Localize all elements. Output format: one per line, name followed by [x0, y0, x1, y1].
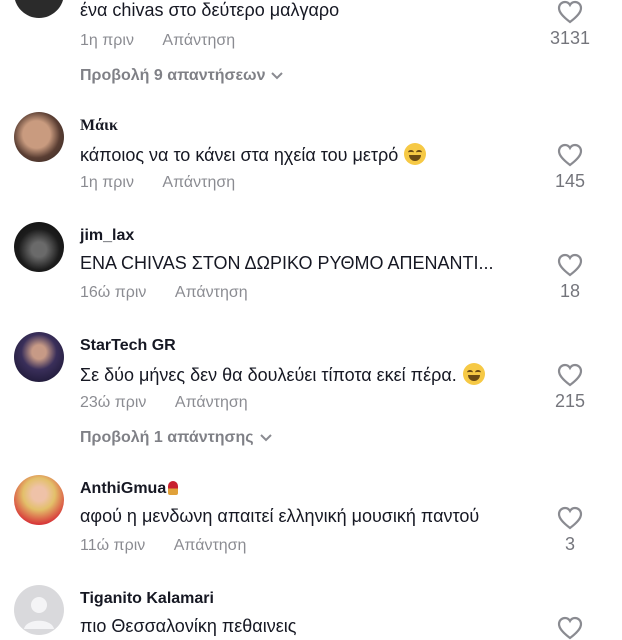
like-button[interactable]: 3131: [540, 0, 600, 49]
comment-username-text: AnthiGmua: [80, 480, 167, 497]
comment-username[interactable]: StarTech GR: [80, 337, 176, 355]
like-button[interactable]: [540, 616, 600, 640]
comment-text: ΕΝΑ CHIVAS ΣΤΟΝ ΔΩΡΙΚΟ ΡΥΘΜΟ ΑΠΕΝΑΝΤΙ...: [80, 253, 494, 273]
comment-meta: 1η πριν Απάντηση: [80, 32, 235, 50]
view-replies-button[interactable]: Προβολή 1 απάντησης: [80, 429, 272, 447]
heart-icon: [557, 506, 583, 530]
comment-username[interactable]: Tiganito Kalamari: [80, 590, 214, 608]
comment-text: κάποιος να το κάνει στα ηχεία του μετρό: [80, 143, 427, 166]
comment-username[interactable]: AnthiGmua: [80, 480, 179, 498]
like-button[interactable]: 18: [540, 253, 600, 302]
avatar[interactable]: [14, 0, 64, 18]
view-replies-label: Προβολή 1 απάντησης: [80, 429, 254, 446]
comment-meta: 11ώ πριν Απάντηση: [80, 537, 246, 555]
reply-button[interactable]: Απάντηση: [175, 394, 248, 411]
avatar[interactable]: [14, 332, 64, 382]
like-count: 215: [554, 391, 586, 411]
comment-text: αφού η μενδωνη απαιτεί ελληνική μουσική …: [80, 506, 480, 526]
like-count: 18: [559, 281, 581, 301]
heart-icon: [557, 0, 583, 24]
heart-icon: [557, 143, 583, 167]
heart-icon: [557, 616, 583, 640]
like-button[interactable]: 215: [540, 363, 600, 412]
view-replies-button[interactable]: Προβολή 9 απαντήσεων: [80, 67, 284, 85]
comment-text: πιο Θεσσαλονίκη πεθαινεις: [80, 616, 297, 636]
comment-text: ένα chivas στο δεύτερο μαλγαρο: [80, 0, 340, 20]
comment-text-content: κάποιος να το κάνει στα ηχεία του μετρό: [80, 145, 399, 165]
avatar[interactable]: [14, 222, 64, 272]
lipstick-emoji-icon: [168, 481, 179, 495]
heart-icon: [557, 363, 583, 387]
like-count: 3131: [549, 28, 591, 48]
comment-time: 1η πριν: [80, 174, 134, 191]
like-count: 145: [554, 171, 586, 191]
avatar[interactable]: [14, 585, 64, 635]
comment-username[interactable]: jim_lax: [80, 227, 134, 245]
avatar[interactable]: [14, 475, 64, 525]
reply-button[interactable]: Απάντηση: [174, 537, 247, 554]
comment-time: 16ώ πριν: [80, 284, 147, 301]
comment-text-content: Σε δύο μήνες δεν θα δουλεύει τίποτα εκεί…: [80, 365, 457, 385]
laughing-emoji-icon: [462, 363, 485, 385]
default-avatar-icon: [24, 597, 54, 629]
view-replies-label: Προβολή 9 απαντήσεων: [80, 67, 266, 84]
comment-meta: 1η πριν Απάντηση: [80, 174, 235, 192]
like-count: 3: [564, 534, 575, 554]
chevron-down-icon: [259, 434, 272, 442]
reply-button[interactable]: Απάντηση: [162, 174, 235, 191]
chevron-down-icon: [271, 72, 284, 80]
comment-time: 11ώ πριν: [80, 537, 146, 554]
comment-time: 23ώ πριν: [80, 394, 147, 411]
comment-username[interactable]: Μάικ: [80, 117, 118, 135]
avatar[interactable]: [14, 112, 64, 162]
heart-icon: [557, 253, 583, 277]
laughing-emoji-icon: [404, 143, 427, 165]
like-button[interactable]: 3: [540, 506, 600, 555]
comment-text: Σε δύο μήνες δεν θα δουλεύει τίποτα εκεί…: [80, 363, 485, 386]
comment-time: 1η πριν: [80, 32, 134, 49]
comment-meta: 16ώ πριν Απάντηση: [80, 284, 248, 302]
like-button[interactable]: 145: [540, 143, 600, 192]
reply-button[interactable]: Απάντηση: [175, 284, 248, 301]
reply-button[interactable]: Απάντηση: [162, 32, 235, 49]
comment-meta: 23ώ πριν Απάντηση: [80, 394, 248, 412]
